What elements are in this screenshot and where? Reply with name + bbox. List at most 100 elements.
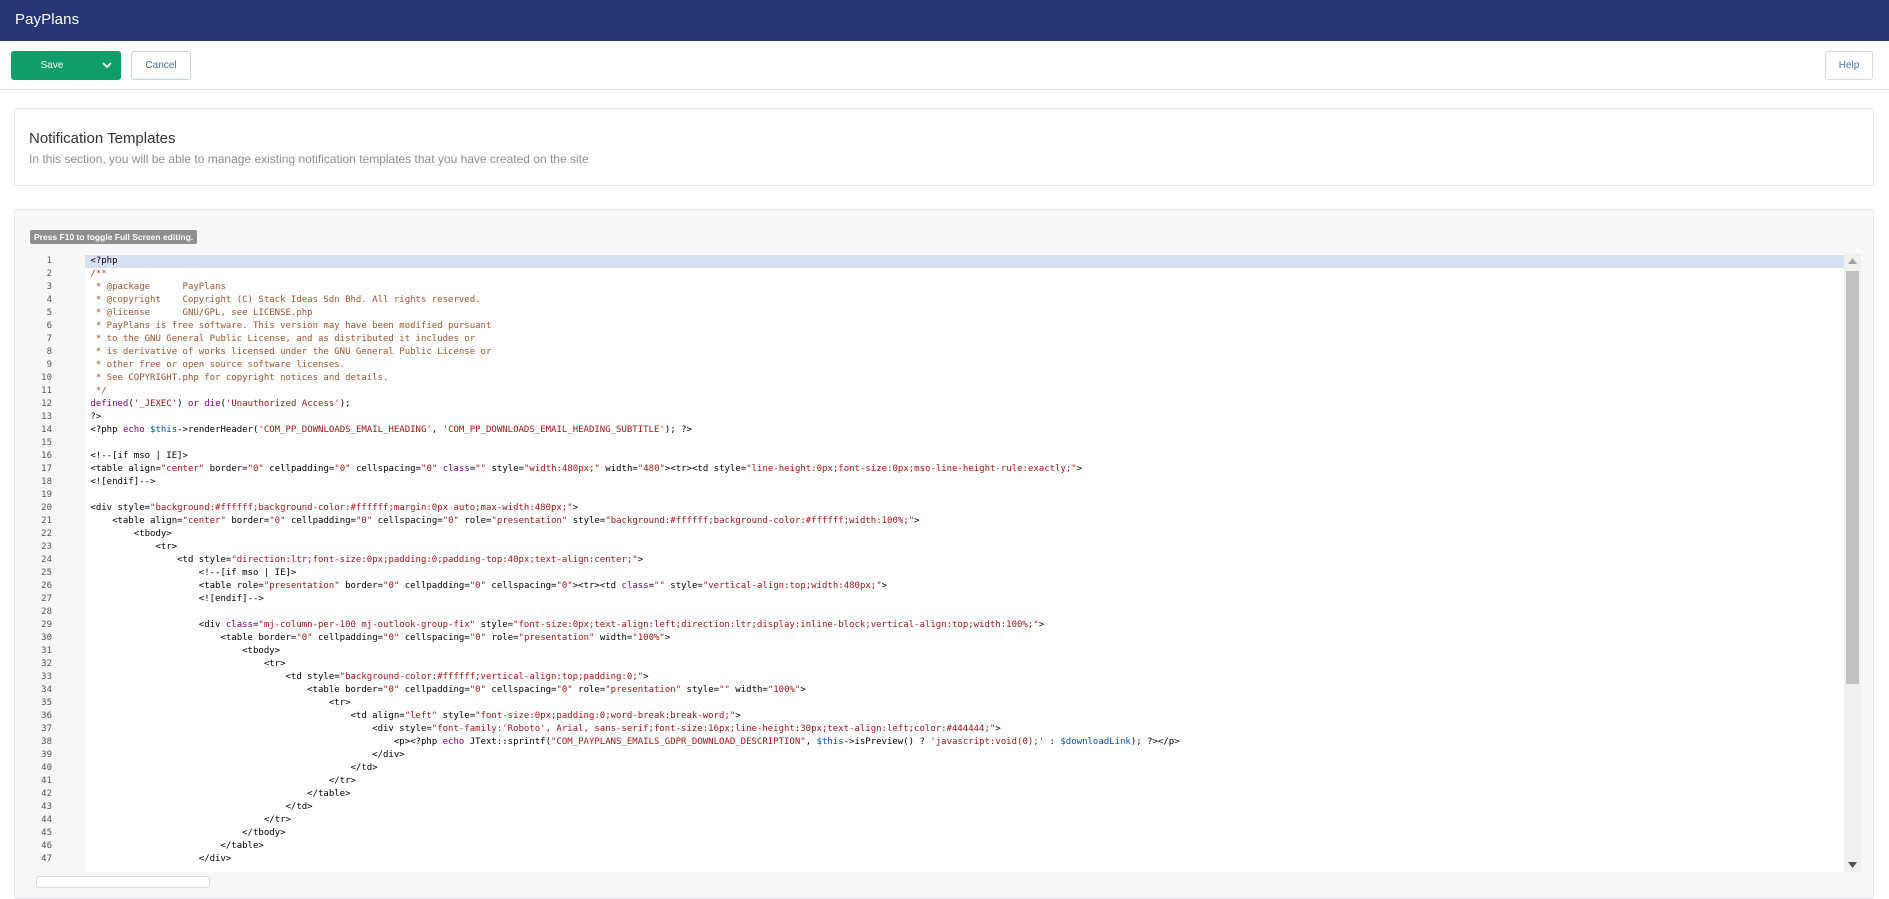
- code-line[interactable]: */: [85, 385, 1844, 398]
- code-line[interactable]: <table role="presentation" border="0" ce…: [85, 580, 1844, 593]
- code-line[interactable]: <table align="center" border="0" cellpad…: [85, 463, 1844, 476]
- code-line[interactable]: /**: [85, 268, 1844, 281]
- code-line[interactable]: <?php: [85, 255, 1844, 268]
- editor-scrollbar[interactable]: [1844, 254, 1861, 872]
- line-number: 2: [46, 269, 52, 279]
- code-line[interactable]: * @license GNU/GPL, see LICENSE.php: [85, 307, 1844, 320]
- code-token: "background-color:#ffffff;vertical-align…: [339, 672, 644, 682]
- code-line[interactable]: <div style="background:#ffffff;backgroun…: [85, 502, 1844, 515]
- code-token: <tbody>: [90, 646, 281, 656]
- code-token: <?php: [90, 425, 123, 435]
- code-token: >: [881, 581, 888, 591]
- code-line[interactable]: <p><?php echo JText::sprintf("COM_PAYPLA…: [85, 736, 1844, 749]
- code-line[interactable]: <tr>: [85, 658, 1844, 671]
- line-number: 44: [41, 815, 52, 825]
- code-line[interactable]: </div>: [85, 749, 1844, 762]
- code-line[interactable]: <!--[if mso | IE]>: [85, 450, 1844, 463]
- code-line[interactable]: </div>: [85, 853, 1844, 866]
- code-token: "background:#ffffff;background-color:#ff…: [150, 503, 573, 513]
- code-token: <![endif]-->: [90, 477, 156, 487]
- code-line[interactable]: <td style="background-color:#ffffff;vert…: [85, 671, 1844, 684]
- code-line[interactable]: defined('_JEXEC') or die('Unauthorized A…: [85, 398, 1844, 411]
- code-token: "0": [421, 464, 438, 474]
- line-number: 5: [46, 308, 52, 318]
- code-token: <?php: [90, 256, 118, 266]
- code-line[interactable]: * to the GNU General Public License, and…: [85, 333, 1844, 346]
- code-line[interactable]: <![endif]-->: [85, 593, 1844, 606]
- code-line[interactable]: <table border="0" cellpadding="0" cellsp…: [85, 684, 1844, 697]
- code-line[interactable]: <table align="center" border="0" cellpad…: [85, 515, 1844, 528]
- code-line[interactable]: <table border="0" cellpadding="0" cellsp…: [85, 632, 1844, 645]
- code-token: "vertical-align:top;width:480px;": [702, 581, 882, 591]
- code-token: role=: [458, 516, 492, 526]
- code-line[interactable]: * PayPlans is free software. This versio…: [85, 320, 1844, 333]
- code-token: "center": [160, 464, 205, 474]
- save-options-dropdown[interactable]: [93, 51, 121, 80]
- cancel-button[interactable]: Cancel: [131, 51, 191, 80]
- code-content[interactable]: <?php /** * @package PayPlans * @copyrig…: [85, 254, 1844, 872]
- code-line[interactable]: * @package PayPlans: [85, 281, 1844, 294]
- line-number: 3: [46, 282, 52, 292]
- code-token: cellspacing=: [372, 516, 443, 526]
- code-line[interactable]: [85, 489, 1844, 502]
- code-line[interactable]: <tbody>: [85, 645, 1844, 658]
- code-token: "100%": [632, 633, 665, 643]
- code-line[interactable]: </td>: [85, 801, 1844, 814]
- code-line[interactable]: <![endif]-->: [85, 476, 1844, 489]
- line-number: 15: [41, 438, 52, 448]
- save-button-group: Save: [11, 51, 121, 80]
- triangle-down-icon: [1848, 862, 1857, 868]
- code-line[interactable]: <td align="left" style="font-size:0px;pa…: [85, 710, 1844, 723]
- scroll-down-arrow[interactable]: [1844, 858, 1861, 872]
- code-line[interactable]: <div style="font-family:'Roboto', Arial,…: [85, 723, 1844, 736]
- code-token: "0": [383, 633, 400, 643]
- action-toolbar: Save Cancel Help: [0, 41, 1889, 90]
- line-number: 16: [41, 451, 52, 461]
- code-line[interactable]: * See COPYRIGHT.php for copyright notice…: [85, 372, 1844, 385]
- scrollbar-thumb[interactable]: [1846, 271, 1859, 684]
- code-token: <tr>: [90, 698, 351, 708]
- line-number: 8: [46, 347, 52, 357]
- save-button[interactable]: Save: [11, 51, 93, 80]
- code-token: "0": [269, 516, 286, 526]
- code-line[interactable]: * @copyright Copyright (C) Stack Ideas S…: [85, 294, 1844, 307]
- code-token: "0": [469, 633, 487, 643]
- code-token: cellspacing=: [350, 464, 422, 474]
- code-token: style=: [475, 620, 514, 630]
- code-token: "480": [637, 464, 665, 474]
- line-number: 12: [41, 399, 52, 409]
- help-button[interactable]: Help: [1825, 51, 1873, 80]
- code-token: * @copyright Copyright (C) Stack Ideas S…: [90, 295, 481, 305]
- code-line[interactable]: </tbody>: [85, 827, 1844, 840]
- line-number: 32: [41, 659, 52, 669]
- code-line[interactable]: <!--[if mso | IE]>: [85, 567, 1844, 580]
- code-line[interactable]: <td style="direction:ltr;font-size:0px;p…: [85, 554, 1844, 567]
- code-line[interactable]: [85, 606, 1844, 619]
- code-token: "0": [469, 685, 487, 695]
- code-line[interactable]: <tr>: [85, 697, 1844, 710]
- code-editor[interactable]: 1 2 3 4 5 6 7 8 9 10 11 12 13 14 15 16 17 18 19 20 21 22 23 24 2…: [30, 254, 1861, 872]
- code-token: ,: [805, 737, 817, 747]
- code-token: defined: [90, 399, 129, 409]
- code-line[interactable]: </table>: [85, 840, 1844, 853]
- code-token: border=: [225, 516, 270, 526]
- code-line[interactable]: <div class="mj-column-per-100 mj-outlook…: [85, 619, 1844, 632]
- line-number: 28: [41, 607, 52, 617]
- line-number: 39: [41, 750, 52, 760]
- code-line[interactable]: * other free or open source software lic…: [85, 359, 1844, 372]
- code-line[interactable]: </tr>: [85, 775, 1844, 788]
- scroll-up-arrow[interactable]: [1844, 254, 1861, 268]
- code-token: "0": [556, 685, 573, 695]
- code-line[interactable]: <tr>: [85, 541, 1844, 554]
- code-token: >: [914, 516, 920, 526]
- code-token: cellspacing=: [399, 633, 470, 643]
- code-token: "presentation": [605, 685, 682, 695]
- code-line[interactable]: <tbody>: [85, 528, 1844, 541]
- code-line[interactable]: [85, 437, 1844, 450]
- code-line[interactable]: * is derivative of works licensed under …: [85, 346, 1844, 359]
- code-line[interactable]: <?php echo $this->renderHeader('COM_PP_D…: [85, 424, 1844, 437]
- code-line[interactable]: </td>: [85, 762, 1844, 775]
- code-line[interactable]: </tr>: [85, 814, 1844, 827]
- code-line[interactable]: </table>: [85, 788, 1844, 801]
- code-line[interactable]: ?>: [85, 411, 1844, 424]
